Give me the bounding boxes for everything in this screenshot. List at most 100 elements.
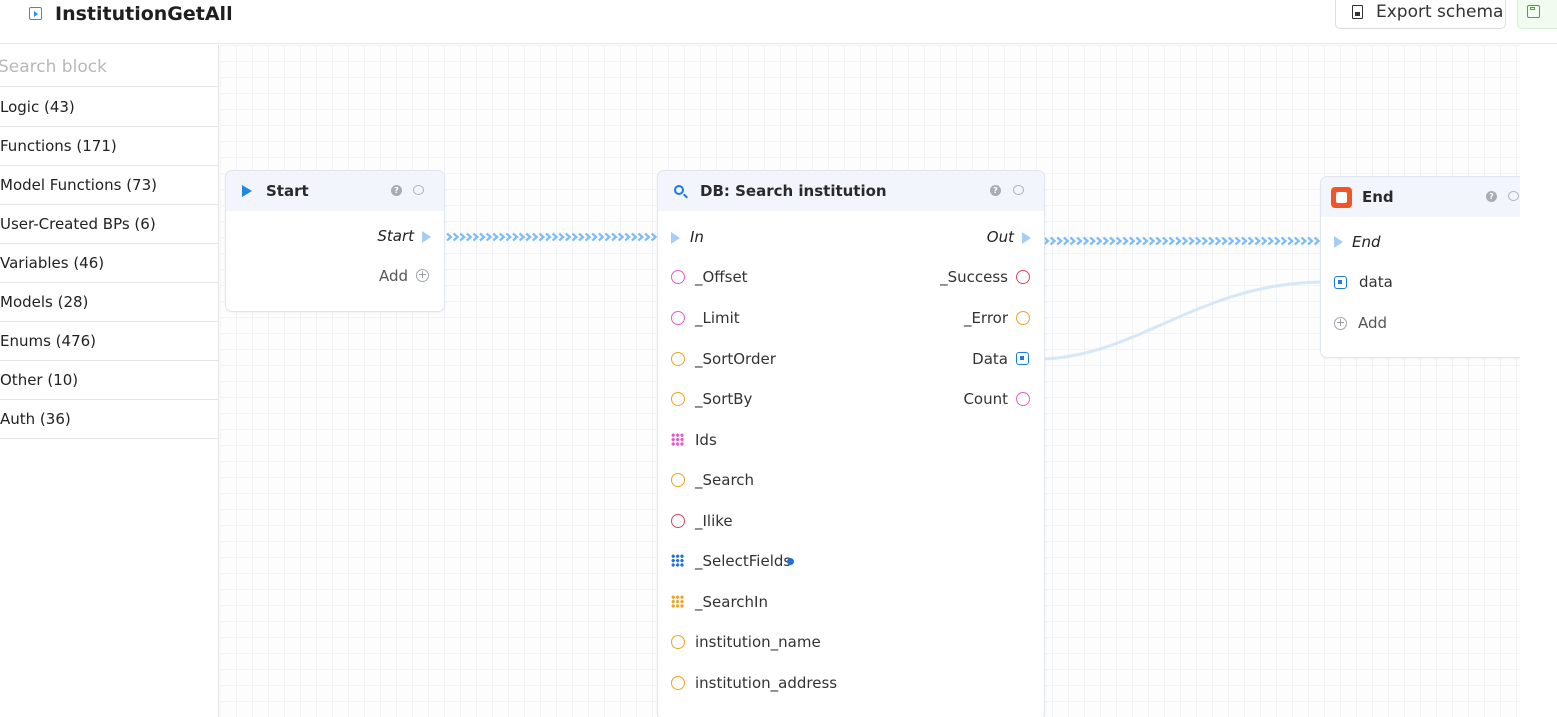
exec-wire-chevron [446,232,453,242]
exec-wire-start-to-search[interactable] [446,232,658,242]
exec-wire-chevron [1049,236,1057,246]
exec-wire-chevron [1261,236,1268,246]
end-node[interactable]: End ? End data + Add [1320,176,1520,358]
end-exec-in-pin[interactable] [1334,236,1343,248]
end-node-header: End ? [1321,177,1520,217]
output-label: _Error [963,309,1008,327]
exec-wire-chevron [604,232,612,242]
exec-wire-chevron [624,232,631,242]
comment-icon[interactable] [413,185,424,195]
comment-icon[interactable] [1013,185,1024,195]
end-add-label: Add [1358,314,1388,332]
output-label: _Success [940,268,1008,286]
exec-wire-chevron [1181,236,1189,246]
end-node-title: End [1362,188,1394,206]
exec-wire-chevron [598,232,605,242]
exec-wire-chevron [1076,236,1083,246]
exec-wire-chevron [1208,236,1215,246]
output-pin-success[interactable] [1016,270,1030,284]
category-model-functions[interactable]: Model Functions (73) [0,166,218,205]
exec-wire-chevron [1142,236,1149,246]
search-node[interactable]: DB: Search institution ? In Out _Offset … [657,170,1045,717]
exec-wire-chevron [1214,236,1222,246]
search-exec-in-label: In [690,228,704,246]
start-exec-out-pin[interactable] [422,231,431,243]
category-logic[interactable]: Logic (43) [0,88,218,127]
exec-wire-chevron [1267,236,1275,246]
array-pin-ids-icon[interactable] [671,433,684,446]
page-title: InstitutionGetAll [55,3,233,25]
save-button[interactable] [1517,0,1557,29]
category-models[interactable]: Models (28) [0,283,218,322]
input-pin-institution-address[interactable] [671,676,685,690]
top-bar: InstitutionGetAll Export schema [0,0,1557,44]
start-node-header: Start ? [226,171,444,211]
exec-wire-chevron [558,232,565,242]
search-block-container [0,45,218,87]
output-pin-count[interactable] [1016,392,1030,406]
input-pin-offset[interactable] [671,270,685,284]
category-functions[interactable]: Functions (171) [0,127,218,166]
exec-wire-search-to-end[interactable] [1043,236,1321,246]
category-other[interactable]: Other (10) [0,361,218,400]
exec-wire-chevron [1129,236,1136,246]
exec-wire-chevron [1168,236,1176,246]
exec-wire-chevron [545,232,552,242]
input-pin-sortorder[interactable] [671,352,685,366]
start-add-label: Add [378,267,408,285]
category-enums[interactable]: Enums (476) [0,322,218,361]
add-input-icon[interactable]: + [1334,317,1347,330]
category-auth[interactable]: Auth (36) [0,400,218,439]
exec-wire-chevron [1221,236,1228,246]
input-label: _Ilike [695,512,733,530]
comment-icon[interactable] [1508,191,1519,201]
exec-wire-chevron [571,232,579,242]
exec-wire-chevron [565,232,572,242]
object-pin-data-icon[interactable] [1016,352,1029,365]
input-label: Ids [695,431,717,449]
exec-wire-chevron [644,232,651,242]
category-user-created-bps[interactable]: User-Created BPs (6) [0,205,218,244]
exec-wire-chevron [611,232,618,242]
search-exec-in-pin[interactable] [671,232,680,244]
exec-wire-chevron [1274,236,1281,246]
exec-wire-chevron [1228,236,1235,246]
exec-wire-chevron [1307,236,1314,246]
exec-wire-chevron [1115,236,1123,246]
exec-wire-chevron [617,232,625,242]
category-variables[interactable]: Variables (46) [0,244,218,283]
exec-wire-chevron [1162,236,1169,246]
array-pin-selectfields-icon[interactable] [671,554,684,567]
output-label: Count [963,390,1008,408]
exec-wire-chevron [578,232,585,242]
help-icon[interactable]: ? [990,185,1001,196]
input-pin-limit[interactable] [671,311,685,325]
exec-wire-chevron [631,232,638,242]
exec-wire-chevron [472,232,480,242]
help-icon[interactable]: ? [1486,191,1497,202]
object-pin-data-icon[interactable] [1334,276,1347,289]
exec-wire-chevron [479,232,486,242]
start-node[interactable]: Start ? Start Add + [225,170,445,312]
help-icon[interactable]: ? [391,185,402,196]
output-label: Data [972,350,1008,368]
exec-wire-chevron [650,232,658,242]
search-block-input[interactable] [0,54,200,80]
input-pin-institution-name[interactable] [671,635,685,649]
input-pin-search[interactable] [671,473,685,487]
output-pin-error[interactable] [1016,311,1030,325]
connected-dot [787,558,794,565]
exec-wire-chevron [459,232,466,242]
export-schema-button[interactable]: Export schema [1335,0,1506,29]
file-image-icon [1352,5,1363,19]
add-output-icon[interactable]: + [416,269,429,282]
search-exec-out-pin[interactable] [1022,232,1031,244]
exec-wire-chevron [1135,236,1143,246]
input-label: _Offset [695,268,748,286]
input-label: _SortBy [695,390,753,408]
data-wire[interactable] [1043,280,1324,361]
blueprint-canvas[interactable]: Start ? Start Add + DB: Search instituti… [220,45,1520,717]
input-pin-ilike[interactable] [671,514,685,528]
input-pin-sortby[interactable] [671,392,685,406]
array-pin-searchin-icon[interactable] [671,595,684,608]
